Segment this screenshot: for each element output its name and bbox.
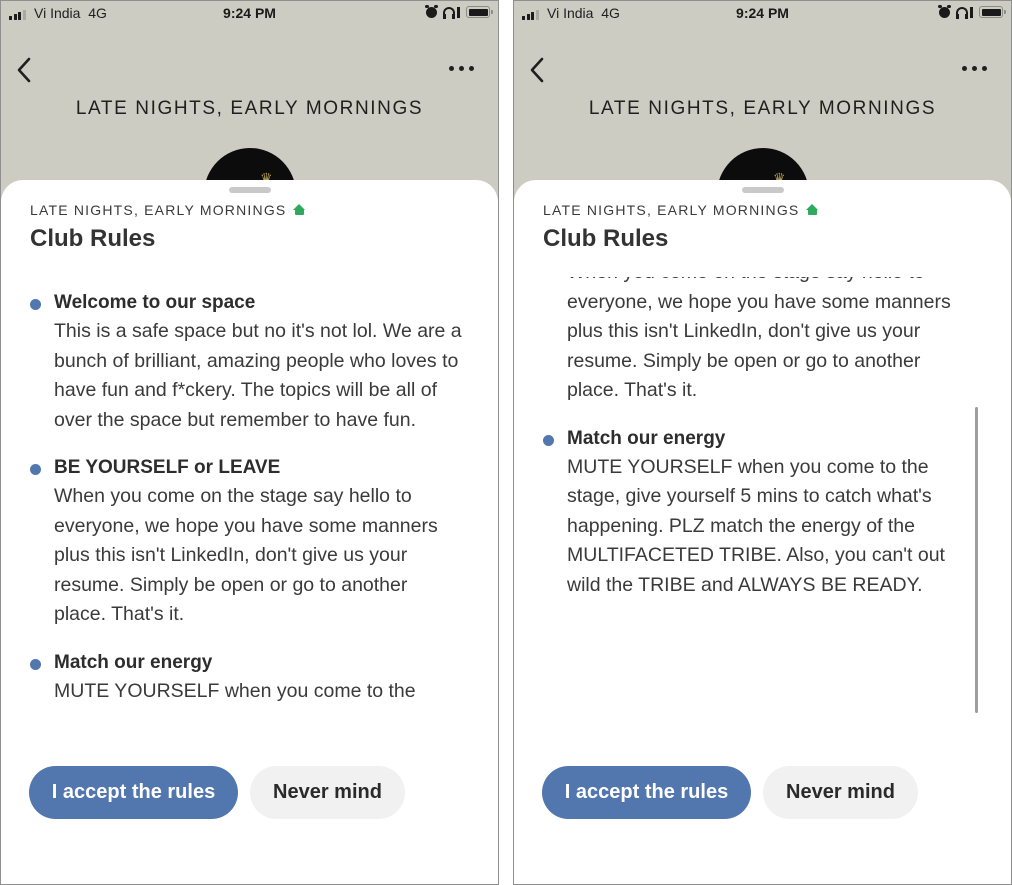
bullet-icon xyxy=(30,658,41,670)
action-buttons: I accept the rules Never mind xyxy=(29,766,405,819)
phone-screen-before-scroll: Vi India 4G 9:24 PM LATE NIGHTS, EARLY M… xyxy=(0,0,499,885)
chevron-left-icon xyxy=(17,57,31,83)
rule-item: BE YOURSELF or LEAVE When you come on th… xyxy=(514,277,1011,406)
back-button[interactable] xyxy=(13,55,37,85)
club-rules-sheet: LATE NIGHTS, EARLY MORNINGS Club Rules W… xyxy=(514,180,1011,884)
rule-title: BE YOURSELF or LEAVE xyxy=(54,457,281,478)
scrollbar[interactable] xyxy=(975,407,978,713)
action-buttons: I accept the rules Never mind xyxy=(542,766,918,819)
sheet-grabber-handle[interactable] xyxy=(741,187,784,193)
more-options-button[interactable] xyxy=(962,66,987,71)
sheet-club-name: LATE NIGHTS, EARLY MORNINGS xyxy=(30,202,306,218)
never-mind-button[interactable]: Never mind xyxy=(763,766,918,819)
club-name-header: LATE NIGHTS, EARLY MORNINGS xyxy=(75,98,424,119)
rules-scroll-area[interactable]: Welcome to our space This is a safe spac… xyxy=(514,277,1011,717)
club-name-header: LATE NIGHTS, EARLY MORNINGS xyxy=(588,98,937,119)
rule-item: Match our energy MUTE YOURSELF when you … xyxy=(1,649,498,718)
clock: 9:24 PM xyxy=(736,5,789,21)
accept-rules-button[interactable]: I accept the rules xyxy=(29,766,238,819)
battery-icon xyxy=(466,6,493,18)
rules-scroll-area[interactable]: Welcome to our space This is a safe spac… xyxy=(1,277,498,717)
back-button[interactable] xyxy=(526,55,550,85)
never-mind-button[interactable]: Never mind xyxy=(250,766,405,819)
rule-body: This is a safe space but no it's not lol… xyxy=(54,320,462,431)
headphones-icon xyxy=(956,6,968,19)
status-bar: Vi India 4G 9:24 PM xyxy=(514,1,1011,27)
alarm-icon xyxy=(938,4,951,18)
home-icon xyxy=(806,204,819,216)
headphones-mic-icon xyxy=(970,6,973,18)
bullet-icon xyxy=(543,434,554,446)
home-icon xyxy=(293,204,306,216)
rule-item: BE YOURSELF or LEAVE When you come on th… xyxy=(1,454,498,630)
club-rules-sheet: LATE NIGHTS, EARLY MORNINGS Club Rules W… xyxy=(1,180,498,884)
rule-body: When you come on the stage say hello to … xyxy=(567,277,951,401)
bullet-icon xyxy=(30,299,41,310)
rule-item: Welcome to our space This is a safe spac… xyxy=(1,289,498,435)
phone-screen-after-scroll: Vi India 4G 9:24 PM LATE NIGHTS, EARLY M… xyxy=(513,0,1012,885)
sheet-title: Club Rules xyxy=(543,225,669,252)
rule-item: Match our energy MUTE YOURSELF when you … xyxy=(514,425,1011,601)
headphones-icon xyxy=(443,6,455,19)
sheet-title: Club Rules xyxy=(30,225,156,252)
clock: 9:24 PM xyxy=(223,5,276,21)
rule-body: MUTE YOURSELF when you come to the stage… xyxy=(54,679,419,718)
rule-title: Match our energy xyxy=(567,427,726,449)
rule-body: MUTE YOURSELF when you come to the stage… xyxy=(567,455,945,596)
more-options-button[interactable] xyxy=(449,66,474,71)
bullet-icon xyxy=(30,464,41,475)
status-bar: Vi India 4G 9:24 PM xyxy=(1,1,498,27)
battery-icon xyxy=(979,6,1006,18)
rules-list: Welcome to our space This is a safe spac… xyxy=(514,277,1011,619)
accept-rules-button[interactable]: I accept the rules xyxy=(542,766,751,819)
rule-title: Match our energy xyxy=(54,651,213,673)
sheet-grabber-handle[interactable] xyxy=(228,187,271,193)
rule-body: When you come on the stage say hello to … xyxy=(54,485,438,625)
chevron-left-icon xyxy=(530,57,544,83)
ellipsis-icon xyxy=(962,66,967,71)
alarm-icon xyxy=(425,4,438,18)
headphones-mic-icon xyxy=(457,6,460,18)
rule-title: Welcome to our space xyxy=(54,292,256,313)
rules-list: Welcome to our space This is a safe spac… xyxy=(1,289,498,717)
sheet-club-name: LATE NIGHTS, EARLY MORNINGS xyxy=(543,202,819,218)
ellipsis-icon xyxy=(449,66,454,71)
